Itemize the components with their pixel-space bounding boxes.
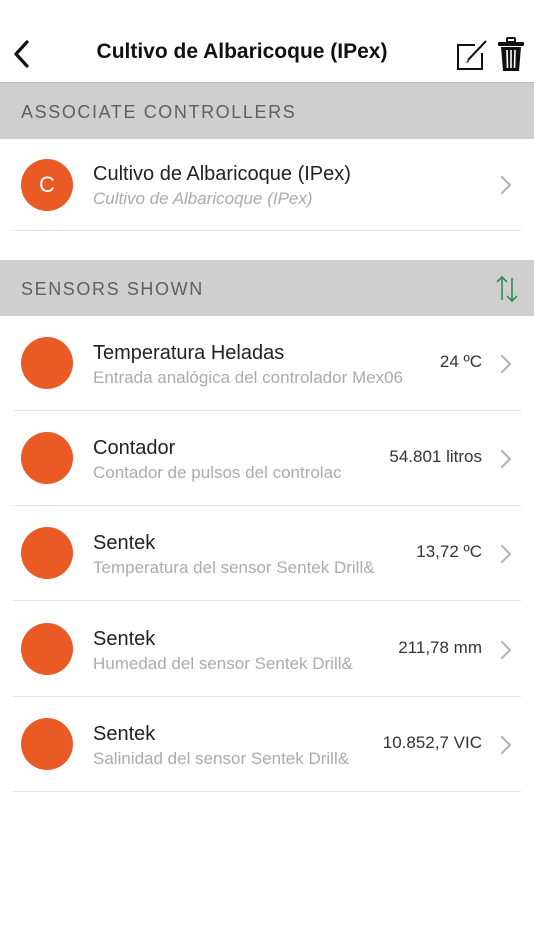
- chevron-right-icon: [500, 175, 512, 195]
- section-title-sensors: SENSORS SHOWN: [21, 279, 204, 299]
- sensor-avatar: [21, 718, 73, 770]
- sensor-row[interactable]: Sentek Humedad del sensor Sentek Drill& …: [0, 602, 534, 697]
- sensor-avatar: [21, 527, 73, 579]
- edit-icon: [457, 40, 487, 70]
- chevron-right-icon: [500, 544, 512, 564]
- sensor-subtitle: Entrada analógica del controlador Mex06: [93, 368, 403, 387]
- sensor-title: Sentek: [93, 723, 156, 745]
- sort-button[interactable]: [496, 274, 518, 304]
- sensor-value: 211,78 mm: [398, 638, 482, 657]
- controller-subtitle: Cultivo de Albaricoque (IPex): [93, 189, 313, 208]
- sensor-title: Temperatura Heladas: [93, 342, 285, 364]
- trash-icon: [498, 37, 524, 71]
- divider: [13, 791, 521, 792]
- section-title-controllers: ASSOCIATE CONTROLLERS: [21, 102, 297, 122]
- sensor-value: 13,72 ºC: [416, 542, 482, 561]
- sensor-row[interactable]: Contador Contador de pulsos del controla…: [0, 411, 534, 506]
- sensor-row[interactable]: Sentek Temperatura del sensor Sentek Dri…: [0, 506, 534, 601]
- section-header-sensors: SENSORS SHOWN: [0, 260, 534, 316]
- sensor-value: 54.801 litros: [389, 447, 482, 466]
- sensor-avatar: [21, 432, 73, 484]
- delete-button[interactable]: [497, 37, 525, 73]
- sensor-subtitle: Contador de pulsos del controlac: [93, 463, 342, 482]
- sensor-row[interactable]: Temperatura Heladas Entrada analógica de…: [0, 316, 534, 411]
- sensor-avatar: [21, 623, 73, 675]
- back-button[interactable]: [8, 36, 34, 72]
- sensor-title: Sentek: [93, 628, 156, 650]
- sensor-subtitle: Salinidad del sensor Sentek Drill&: [93, 749, 350, 768]
- divider: [13, 600, 521, 601]
- sensor-avatar: [21, 337, 73, 389]
- chevron-right-icon: [500, 735, 512, 755]
- chevron-left-icon: [14, 40, 29, 68]
- page-title: Cultivo de Albaricoque (IPex): [96, 40, 388, 63]
- controller-avatar: C: [21, 159, 73, 211]
- chevron-right-icon: [500, 449, 512, 469]
- sensor-subtitle: Temperatura del sensor Sentek Drill&: [93, 558, 375, 577]
- sensor-title: Contador: [93, 437, 176, 459]
- sensor-subtitle: Humedad del sensor Sentek Drill&: [93, 654, 353, 673]
- divider: [13, 230, 521, 231]
- navigation-bar: Cultivo de Albaricoque (IPex): [0, 0, 534, 83]
- sensor-row[interactable]: Sentek Salinidad del sensor Sentek Drill…: [0, 697, 534, 792]
- chevron-right-icon: [500, 640, 512, 660]
- sort-arrows-icon: [496, 275, 518, 303]
- edit-button[interactable]: [455, 38, 489, 72]
- sensor-title: Sentek: [93, 532, 156, 554]
- section-header-controllers: ASSOCIATE CONTROLLERS: [0, 83, 534, 139]
- chevron-right-icon: [500, 354, 512, 374]
- controller-title: Cultivo de Albaricoque (IPex): [93, 163, 351, 185]
- controller-row[interactable]: C Cultivo de Albaricoque (IPex) Cultivo …: [0, 139, 534, 231]
- sensor-value: 10.852,7 VIC: [382, 733, 482, 752]
- sensor-value: 24 ºC: [439, 352, 482, 371]
